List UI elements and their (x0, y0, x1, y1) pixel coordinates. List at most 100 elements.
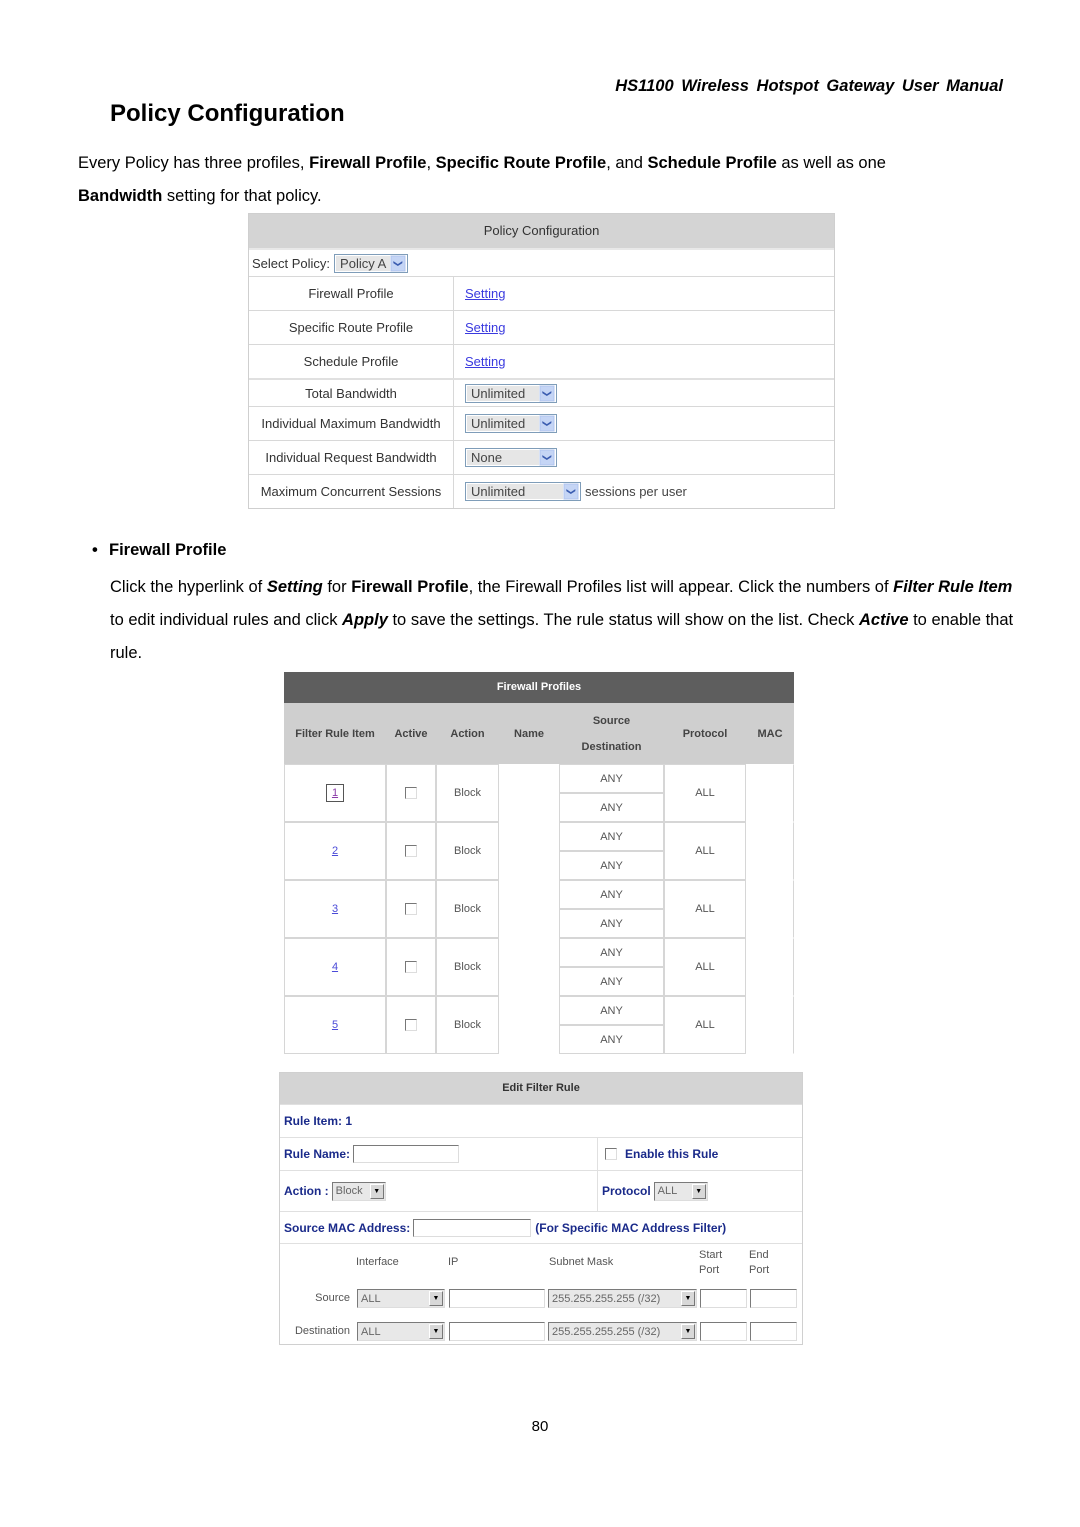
end-port-input[interactable] (750, 1322, 797, 1341)
setting-link[interactable]: Setting (465, 320, 505, 335)
action-value: Block (335, 1185, 363, 1197)
bandwidth-select[interactable]: None ❯ (465, 448, 557, 467)
intro-term: Firewall Profile (309, 154, 427, 172)
enable-rule-checkbox[interactable] (605, 1148, 617, 1160)
source-cell: ANY (559, 880, 664, 909)
col-protocol: Protocol (682, 727, 728, 740)
policy-row: Individual Request Bandwidth None ❯ (249, 440, 834, 474)
protocol-select[interactable]: ALL ▼ (653, 1181, 708, 1201)
firewall-profiles-table: Firewall Profiles Filter Rule Item Activ… (284, 672, 794, 1054)
start-port-input[interactable] (700, 1289, 747, 1308)
rule-name-label: Rule Name: (284, 1147, 351, 1161)
destination-cell: ANY (559, 851, 664, 880)
firewall-rule-row: 2 Block ANY ANY ALL (284, 822, 794, 880)
manual-title: HS1100 Wireless Hotspot Gateway User Man… (615, 77, 1003, 95)
intro-term: Schedule Profile (647, 154, 777, 172)
active-checkbox[interactable] (405, 961, 417, 973)
active-cell (386, 880, 436, 938)
source-destination-cell: ANY ANY (559, 880, 664, 938)
filter-rule-item-link[interactable]: 2 (332, 845, 338, 857)
filter-rule-item-link[interactable]: 5 (332, 1019, 338, 1031)
mac-cell (746, 822, 794, 880)
source-mac-label: Source MAC Address: (284, 1220, 411, 1235)
policy-config-title: Policy Configuration (249, 214, 834, 248)
action-select[interactable]: Block ▼ (331, 1181, 386, 1201)
source-cell: ANY (559, 996, 664, 1025)
intro-term: Bandwidth (78, 187, 163, 205)
chevron-down-icon: ❯ (539, 385, 555, 401)
intro-text: setting for that policy. (162, 187, 322, 205)
dropdown-arrow-icon: ▼ (691, 1183, 706, 1199)
select-policy-dropdown[interactable]: Policy A ❯ (334, 253, 409, 273)
policy-row-label: Schedule Profile (249, 345, 454, 378)
end-port-input[interactable] (750, 1289, 797, 1308)
active-cell (386, 996, 436, 1054)
action-text: Block (454, 845, 481, 857)
bandwidth-select[interactable]: Unlimited ❯ (465, 414, 557, 433)
desc-term: Firewall Profile (351, 578, 469, 596)
col-action: Action (450, 727, 485, 740)
action-text: Block (454, 787, 481, 799)
select-policy-row: Select Policy: Policy A ❯ (249, 248, 834, 276)
action-cell: Block (436, 764, 499, 822)
rule-item-label: Rule Item: 1 (284, 1114, 353, 1128)
source-mac-input[interactable] (413, 1218, 532, 1237)
bandwidth-select[interactable]: Unlimited ❯ (465, 482, 581, 501)
interface-select[interactable]: ALL ▼ (357, 1322, 445, 1341)
interface-header: Interface (356, 1256, 399, 1268)
address-grid: Interface IP Subnet Mask Start Port End … (280, 1243, 802, 1344)
intro-text: as well as one (776, 154, 886, 172)
intro-paragraph: Every Policy has three profiles, Firewal… (78, 147, 1038, 213)
desc-text: Click the hyperlink of (110, 578, 267, 596)
policy-row-value: Setting (454, 311, 834, 344)
active-checkbox[interactable] (405, 787, 417, 799)
select-policy-value: Policy A (336, 255, 391, 271)
col-source-destination: Source Destination (559, 703, 664, 764)
interface-select[interactable]: ALL ▼ (357, 1289, 445, 1308)
policy-row-value: Setting (454, 277, 834, 310)
action-text: Block (454, 961, 481, 973)
desc-text: to edit individual rules and click (110, 611, 343, 629)
action-text: Block (454, 903, 481, 915)
setting-link[interactable]: Setting (465, 286, 505, 301)
filter-rule-item-cell: 5 (284, 996, 386, 1054)
page-heading: Policy Configuration (110, 100, 345, 127)
policy-row-value: Setting (454, 345, 834, 378)
ip-input[interactable] (449, 1289, 545, 1308)
protocol-cell: ALL (664, 938, 746, 996)
setting-link[interactable]: Setting (465, 354, 505, 369)
rule-name-input[interactable] (353, 1145, 460, 1163)
active-checkbox[interactable] (405, 903, 417, 915)
desc-text: to save the settings. The rule status wi… (387, 611, 859, 629)
filter-rule-item-link[interactable]: 1 (325, 784, 345, 802)
active-checkbox[interactable] (405, 1019, 417, 1031)
protocol-text: ALL (695, 1019, 715, 1031)
subnet-mask-select[interactable]: 255.255.255.255 (/32) ▼ (548, 1289, 697, 1308)
policy-row-label: Maximum Concurrent Sessions (249, 475, 454, 508)
policy-row: Schedule Profile Setting (249, 344, 834, 378)
bullet-icon: • (92, 541, 98, 559)
policy-row-value: None ❯ (454, 441, 834, 474)
grid-row-label: Destination (294, 1325, 350, 1337)
dropdown-arrow-icon: ▼ (429, 1291, 443, 1306)
dropdown-arrow-icon: ▼ (429, 1324, 443, 1339)
filter-rule-item-cell: 2 (284, 822, 386, 880)
filter-rule-item-cell: 4 (284, 938, 386, 996)
select-policy-label: Select Policy: (252, 255, 331, 271)
start-port-input[interactable] (700, 1322, 747, 1341)
subnet-mask-select[interactable]: 255.255.255.255 (/32) ▼ (548, 1322, 697, 1341)
subnet-mask-select-value: 255.255.255.255 (/32) (552, 1292, 661, 1305)
edit-filter-rule-title: Edit Filter Rule (280, 1073, 802, 1104)
active-cell (386, 938, 436, 996)
intro-text: Every Policy has three profiles, (78, 154, 310, 172)
filter-rule-item-link[interactable]: 3 (332, 903, 338, 915)
firewall-rule-row: 1 Block ANY ANY ALL (284, 764, 794, 822)
active-checkbox[interactable] (405, 845, 417, 857)
protocol-cell: ALL (664, 996, 746, 1054)
bandwidth-select[interactable]: Unlimited ❯ (465, 383, 557, 403)
filter-rule-item-link[interactable]: 4 (332, 961, 338, 973)
ip-input[interactable] (449, 1322, 545, 1341)
chevron-down-icon: ❯ (539, 449, 555, 466)
policy-row: Individual Maximum Bandwidth Unlimited ❯ (249, 406, 834, 440)
grid-row-label: Source (315, 1292, 350, 1304)
